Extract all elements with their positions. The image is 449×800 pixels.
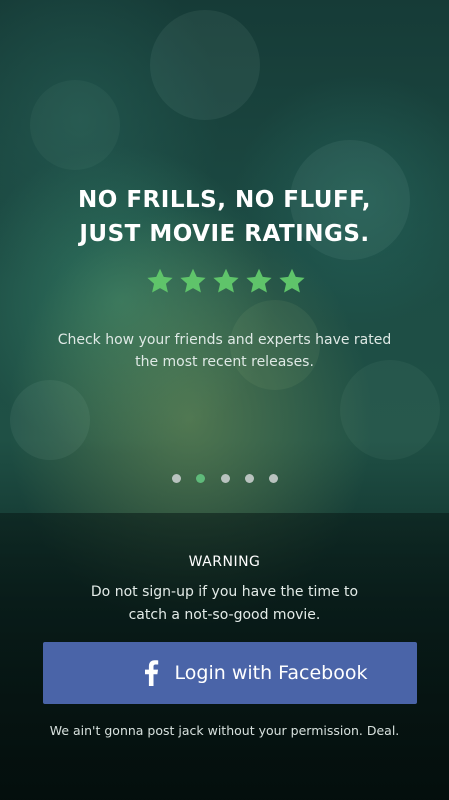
warning-text: Do not sign-up if you have the time to c… — [20, 581, 429, 627]
hero-subtitle: Check how your friends and experts have … — [20, 329, 429, 373]
background-bokeh — [30, 80, 120, 170]
star-rating — [146, 267, 306, 299]
hero-subtitle-line-1: Check how your friends and experts have … — [57, 332, 392, 348]
star-icon — [245, 267, 273, 295]
star-icon — [278, 267, 306, 295]
warning-line-2: catch a not-so-good movie. — [128, 607, 321, 623]
star-icon — [179, 267, 207, 295]
background-bokeh — [150, 10, 260, 120]
background-bokeh — [340, 360, 440, 460]
page-dot[interactable] — [269, 473, 278, 483]
hero-title-line-1: NO FRILLS, NO FLUFF, — [78, 187, 371, 213]
hero-title-line-2: JUST MOVIE RATINGS. — [79, 221, 370, 247]
page-dot[interactable] — [220, 473, 230, 483]
page-indicator[interactable] — [172, 472, 278, 484]
hero-subtitle-line-2: the most recent releases. — [135, 354, 314, 370]
star-icon — [146, 267, 174, 295]
page-dot[interactable] — [172, 473, 181, 483]
login-with-facebook-button[interactable]: Login with Facebook — [43, 642, 417, 704]
login-button-label: Login with Facebook — [174, 662, 368, 684]
star-icon — [212, 267, 240, 295]
warning-title: WARNING — [188, 554, 261, 570]
warning-line-1: Do not sign-up if you have the time to — [90, 584, 359, 600]
permission-disclaimer: We ain't gonna post jack without your pe… — [49, 723, 400, 738]
page-dot-active[interactable] — [196, 473, 206, 483]
page-dot[interactable] — [244, 473, 254, 483]
onboarding-screen: NO FRILLS, NO FLUFF, JUST MOVIE RATINGS.… — [0, 0, 449, 800]
background-bokeh — [10, 380, 90, 460]
hero-title: NO FRILLS, NO FLUFF, JUST MOVIE RATINGS. — [0, 183, 449, 251]
